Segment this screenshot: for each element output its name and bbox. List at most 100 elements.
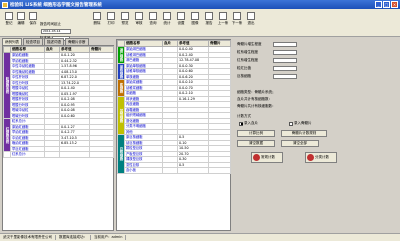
right-field-label: 粒系增生程度: [237, 50, 258, 54]
window-title: 检验科 LIS系统 细胞形态学图文报告管理系统: [10, 2, 102, 8]
date-field[interactable]: 2011-03-14: [41, 28, 71, 34]
toolbar-button[interactable]: 删除: [90, 11, 104, 27]
count-icon: [253, 154, 260, 161]
status-user: 当前用户：admin: [91, 235, 127, 240]
toolbar-button-label: 编辑: [17, 21, 25, 25]
normal-count-button[interactable]: 常规计数: [251, 152, 283, 163]
check-blood[interactable]: 录入血片: [239, 121, 258, 126]
cell-name: 红系总计:: [10, 151, 45, 158]
toolbar: 登记 编辑 保存 删除 打印 预览 审核 查询 统计 设置 图像 报告 上一条 下一条 退出 报告时间起止 …: [0, 9, 400, 41]
checkbox-icon[interactable]: [289, 121, 293, 126]
right-field-label: 红系增生程度: [237, 58, 258, 62]
toolbar-button-label: 预览: [121, 21, 129, 25]
clear-all-button[interactable]: 清空全部: [281, 140, 319, 147]
status-db: 数据库连接成功：: [56, 235, 91, 240]
marrow-count-text: 骨髓片共计有核细胞数：: [237, 104, 276, 108]
table-row[interactable]: 红系总计:: [3, 151, 114, 158]
maximize-button[interactable]: □: [383, 1, 390, 8]
toolbar-button[interactable]: 下一条: [230, 11, 244, 27]
right-field-input[interactable]: [273, 42, 297, 47]
grid-cell[interactable]: [89, 151, 114, 158]
query-icon: [149, 12, 157, 20]
toolbar-button-label: 登记: [5, 21, 13, 25]
right-field-input[interactable]: [273, 58, 297, 63]
grid-cell[interactable]: [162, 167, 178, 174]
close-button[interactable]: ×: [391, 1, 398, 8]
check-marrow[interactable]: 录入骨髓片: [289, 121, 312, 126]
blood-count-text: 血片共计有核细胞数：: [237, 97, 272, 101]
checkbox-icon[interactable]: [239, 121, 243, 126]
right-field-row: 骨髓片增生程度: [237, 42, 297, 47]
tab[interactable]: 病例列表: [2, 38, 22, 45]
right-field-label: 粒红比值: [237, 66, 251, 70]
toolbar-button-label: 上一条: [217, 21, 229, 25]
preview-icon: [121, 12, 129, 20]
category-label: 粒细胞系统: [3, 52, 11, 119]
query-label: 报告时间起止: [40, 21, 61, 26]
register-icon: [5, 12, 13, 20]
toolbar-button[interactable]: 保存: [26, 11, 40, 27]
right-panel: 骨髓片增生程度 粒系增生程度 红系增生程度 粒红比值 巨核细胞 细胞类型：骨髓片系统； …: [233, 39, 398, 221]
left-grid: 细胞名称 血片 参考值 骨髓片 粒细胞系统 原始粒细胞 0.0-1.20 早幼粒细胞 0.44-…: [2, 45, 114, 231]
grid-cell[interactable]: [44, 151, 60, 158]
exit-icon: [247, 12, 255, 20]
toolbar-button-label: 设置: [177, 21, 185, 25]
right-field-input[interactable]: [273, 50, 297, 55]
toolbar-button[interactable]: 审核: [132, 11, 146, 27]
right-field-row: 粒系增生程度: [237, 50, 297, 55]
category-label: 红细胞系统: [3, 118, 11, 152]
category-label: 淋巴细胞: [117, 46, 125, 64]
minimize-button[interactable]: _: [375, 1, 382, 8]
right-field-input[interactable]: [273, 74, 297, 79]
tab-bar: 病例列表 检查项目 描述词语 骨髓片诊断: [2, 38, 90, 45]
toolbar-button[interactable]: 图像: [188, 11, 202, 27]
toolbar-button[interactable]: 报告: [202, 11, 216, 27]
toolbar-button[interactable]: 上一条: [216, 11, 230, 27]
tab[interactable]: 描述词语: [44, 38, 64, 45]
tab[interactable]: 骨髓片诊断: [65, 38, 89, 45]
toolbar-button-label: 统计: [163, 21, 171, 25]
right-field-row: 红系增生程度: [237, 58, 297, 63]
tab[interactable]: 检查项目: [23, 38, 43, 45]
toolbar-button[interactable]: 退出: [244, 11, 258, 27]
class-count-button[interactable]: 分类计数: [305, 152, 337, 163]
next-icon: [233, 12, 241, 20]
toolbar-button[interactable]: 统计: [160, 11, 174, 27]
right-field-input[interactable]: [273, 66, 297, 71]
title-bar: 检验科 LIS系统 细胞形态学图文报告管理系统 _ □ ×: [0, 0, 400, 9]
audit-icon: [135, 12, 143, 20]
report-icon: [205, 12, 213, 20]
grid-cell[interactable]: [208, 167, 231, 174]
count-icon: [307, 154, 314, 161]
category-label: 单核细胞: [117, 62, 125, 80]
toolbar-button-label: 报告: [205, 21, 213, 25]
toolbar-button-label: 查询: [149, 21, 157, 25]
grid-cell[interactable]: [59, 151, 90, 158]
table-row[interactable]: 血小板: [118, 167, 231, 174]
stats-icon: [163, 12, 171, 20]
category-label: 巨核细胞: [117, 134, 125, 174]
app-icon: [2, 1, 8, 8]
right-field-label: 巨核细胞: [237, 74, 251, 78]
clear-data-button[interactable]: 清空数据: [237, 140, 275, 147]
marrow-rule-button[interactable]: 骨髓片计数规则: [281, 130, 327, 137]
toolbar-button-label: 退出: [247, 21, 255, 25]
grid-cell[interactable]: [177, 167, 209, 174]
toolbar-button[interactable]: 查询: [146, 11, 160, 27]
category-label: 浆细胞: [117, 79, 125, 97]
toolbar-button[interactable]: 打印: [104, 11, 118, 27]
right-field-row: 巨核细胞: [237, 74, 297, 79]
save-icon: [29, 12, 37, 20]
right-field-label: 骨髓片增生程度: [237, 42, 262, 46]
image-icon: [191, 12, 199, 20]
grid-cell: [3, 151, 11, 158]
right-field-row: 粒红比值: [237, 66, 297, 71]
prev-icon: [219, 12, 227, 20]
calc-ratio-button[interactable]: 计算比例: [237, 130, 275, 137]
toolbar-button[interactable]: 预览: [118, 11, 132, 27]
cell-name: 血小板: [124, 167, 163, 174]
mid-grid: 细胞名称 血片 参考值 骨髓片 淋巴细胞 原始淋巴细胞 0.0-0.40 幼稚淋巴细胞 0.0-…: [116, 39, 231, 231]
print-icon: [107, 12, 115, 20]
window-controls: _ □ ×: [375, 1, 398, 8]
toolbar-button[interactable]: 设置: [174, 11, 188, 27]
